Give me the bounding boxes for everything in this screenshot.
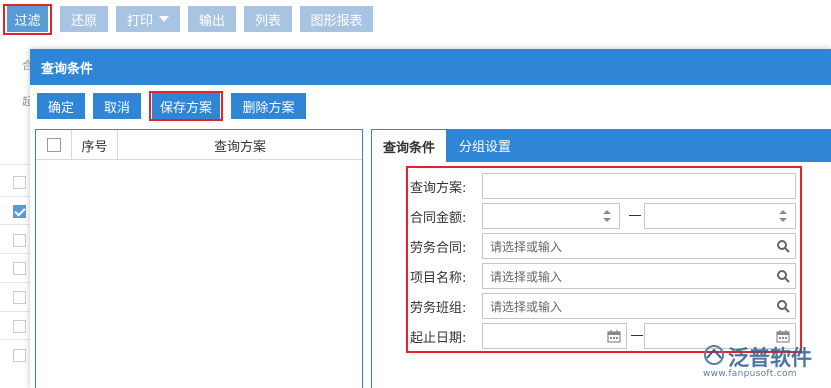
amount-range-dash (629, 215, 641, 216)
tab-query-conditions[interactable]: 查询条件 (372, 129, 446, 162)
caret-down-icon (159, 16, 169, 22)
top-toolbar: 过滤 还原 打印 输出 列表 图形报表 (0, 0, 831, 40)
search-icon[interactable] (776, 269, 790, 283)
form-row-amount: 合同金额: (372, 203, 831, 233)
bg-row-checkbox[interactable] (13, 291, 26, 304)
amount-min-input[interactable] (482, 203, 620, 229)
query-dialog: 查询条件 确定 取消 保存方案 删除方案 序号 查询方案 查询条件 分组设置 查… (30, 49, 831, 388)
bg-row-checkbox[interactable] (13, 176, 26, 189)
date-range-dash (631, 335, 643, 336)
form-row-labor-team: 劳务班组: 请选择或输入 (372, 293, 831, 323)
project-name-placeholder: 请选择或输入 (490, 269, 563, 284)
col-scheme-header: 查询方案 (213, 139, 266, 155)
scheme-name-input[interactable] (482, 173, 796, 199)
bg-divider (0, 339, 30, 340)
delete-scheme-button[interactable]: 删除方案 (231, 93, 306, 119)
export-button[interactable]: 输出 (188, 6, 236, 32)
labor-contract-input[interactable]: 请选择或输入 (482, 233, 796, 259)
date-range-label: 起止日期: (410, 330, 467, 346)
bg-divider (0, 164, 30, 165)
labor-contract-placeholder: 请选择或输入 (490, 239, 563, 254)
labor-contract-label: 劳务合同: (410, 240, 467, 256)
filter-button[interactable]: 过滤 (7, 6, 48, 32)
search-icon[interactable] (776, 239, 790, 253)
search-icon[interactable] (776, 299, 790, 313)
form-row-labor-contract: 劳务合同: 请选择或输入 (372, 233, 831, 263)
header-select-cell (36, 130, 72, 160)
list-button[interactable]: 列表 (244, 6, 292, 32)
print-button[interactable]: 打印 (116, 6, 180, 32)
project-name-input[interactable]: 请选择或输入 (482, 263, 796, 289)
bg-row-checkbox[interactable] (13, 234, 26, 247)
bg-divider (0, 196, 30, 197)
chart-report-button[interactable]: 图形报表 (300, 6, 373, 32)
bg-divider (0, 253, 30, 254)
start-date-input[interactable] (482, 323, 627, 349)
dialog-title: 查询条件 (30, 49, 831, 85)
print-label: 打印 (126, 13, 153, 29)
spinner-icon[interactable] (600, 209, 614, 223)
bg-row-checkbox[interactable] (13, 205, 26, 218)
restore-button[interactable]: 还原 (60, 6, 108, 32)
brand-url: www.fanpusoft.com (703, 369, 797, 379)
labor-team-label: 劳务班组: (410, 300, 467, 316)
save-scheme-button[interactable]: 保存方案 (152, 93, 220, 119)
select-all-checkbox[interactable] (46, 138, 61, 152)
bg-row-checkbox[interactable] (13, 320, 26, 333)
dialog-action-bar: 确定 取消 保存方案 删除方案 (30, 85, 831, 129)
brand-logo-icon (704, 345, 724, 365)
bg-divider (0, 282, 30, 283)
watermark: 泛普软件 www.fanpusoft.com (700, 342, 828, 386)
project-name-label: 项目名称: (410, 270, 467, 286)
bg-divider (0, 311, 30, 312)
confirm-button[interactable]: 确定 (37, 93, 85, 119)
scheme-name-label: 查询方案: (410, 180, 467, 196)
tab-group-settings[interactable]: 分组设置 (446, 129, 524, 162)
form-row-scheme: 查询方案: (372, 173, 831, 203)
scheme-table-header: 序号 查询方案 (36, 130, 362, 160)
bg-divider (0, 224, 30, 225)
calendar-icon[interactable] (776, 329, 790, 343)
scheme-list-panel: 序号 查询方案 (35, 129, 363, 388)
spinner-icon[interactable] (776, 209, 790, 223)
form-row-project: 项目名称: 请选择或输入 (372, 263, 831, 293)
cancel-button[interactable]: 取消 (93, 93, 141, 119)
brand-name: 泛普软件 (728, 346, 812, 370)
bg-row-checkbox[interactable] (13, 349, 26, 362)
labor-team-input[interactable]: 请选择或输入 (482, 293, 796, 319)
bg-row-checkbox[interactable] (13, 262, 26, 275)
col-index-header: 序号 (72, 130, 118, 160)
amount-max-input[interactable] (644, 203, 796, 229)
tab-bar: 查询条件 分组设置 (372, 129, 831, 162)
calendar-icon[interactable] (607, 329, 621, 343)
labor-team-placeholder: 请选择或输入 (490, 299, 563, 314)
amount-label: 合同金额: (410, 210, 467, 226)
